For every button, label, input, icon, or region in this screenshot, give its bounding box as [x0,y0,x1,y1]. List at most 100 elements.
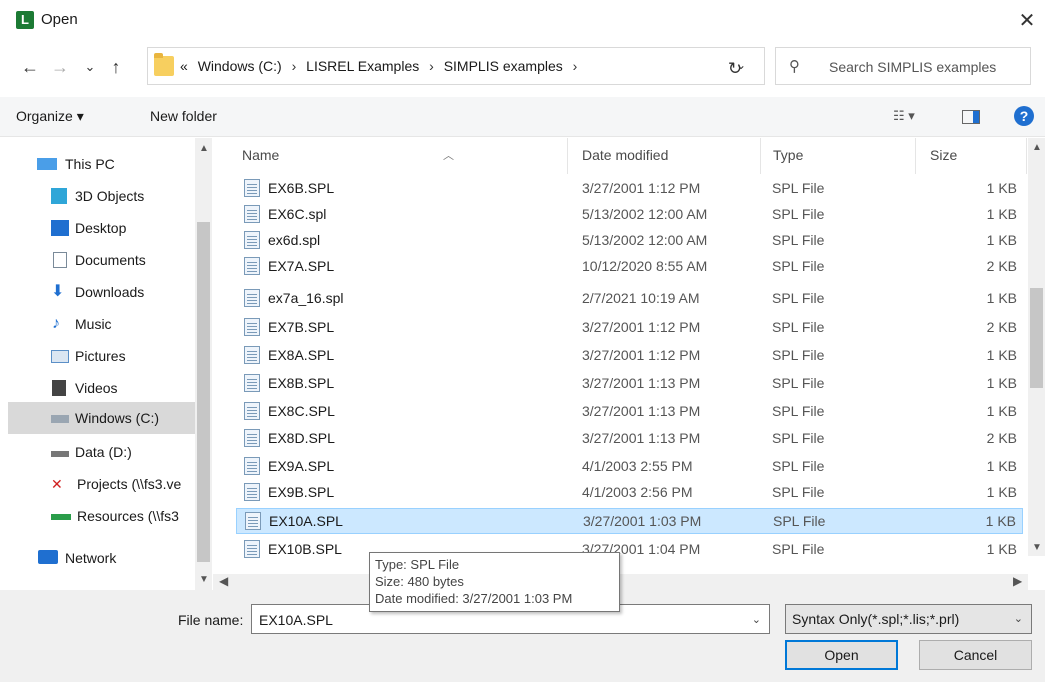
file-row[interactable]: EX8B.SPL 3/27/2001 1:13 PM SPL File 1 KB [236,371,1023,395]
column-divider[interactable] [760,138,761,174]
search-box[interactable]: ⚲ Search SIMPLIS examples [775,47,1031,85]
new-folder-button[interactable]: New folder [150,108,217,124]
change-view-button[interactable]: ☷ ▾ [893,108,915,124]
file-name: EX7A.SPL [268,258,335,274]
file-date: 3/27/2001 1:13 PM [582,403,701,419]
sidebar-item-documents[interactable]: Documents [0,244,195,276]
back-button[interactable]: ← [18,55,42,79]
open-button[interactable]: Open [785,640,898,670]
file-type-filter[interactable]: Syntax Only(*.spl;*.lis;*.prl) ⌄ [785,604,1032,634]
file-list: ︿ Name Date modified Type Size EX6B.SPL … [213,138,1045,590]
sidebar-item-this-pc[interactable]: This PC [0,148,195,180]
sidebar-item-3d-objects[interactable]: 3D Objects [0,180,195,212]
drive-d-icon [51,451,69,457]
nav-pane-scroll-thumb[interactable] [197,222,210,562]
file-row[interactable]: EX10B.SPL 3/27/2001 1:04 PM SPL File 1 K… [236,537,1023,561]
cancel-button[interactable]: Cancel [919,640,1032,670]
file-size: 1 KB [986,541,1017,557]
sidebar-item-windows-c[interactable]: Windows (C:) [8,402,195,434]
sidebar-item-label: Downloads [75,284,145,300]
sidebar-item-projects[interactable]: ✕ Projects (\\fs3.ve [0,468,195,500]
scroll-right-icon[interactable]: ▶ [1013,574,1022,588]
vertical-scroll-thumb[interactable] [1030,288,1043,388]
column-divider[interactable] [567,138,568,174]
file-row[interactable]: ex7a_16.spl 2/7/2021 10:19 AM SPL File 1… [236,286,1023,310]
breadcrumb-overflow[interactable]: « [180,58,188,74]
preview-pane-icon[interactable] [962,110,980,124]
file-date: 5/13/2002 12:00 AM [582,232,708,248]
scroll-up-icon[interactable]: ▲ [1032,142,1042,153]
file-size: 1 KB [986,375,1017,391]
scroll-left-icon[interactable]: ◀ [219,574,228,588]
close-button[interactable]: ✕ [1012,7,1042,35]
sidebar-item-pictures[interactable]: Pictures [0,340,195,372]
file-row[interactable]: EX9B.SPL 4/1/2003 2:56 PM SPL File 1 KB [236,480,1023,504]
forward-button[interactable]: → [48,55,72,79]
sidebar-item-resources[interactable]: Resources (\\fs3 [0,500,195,532]
sidebar-item-network[interactable]: Network [0,542,195,574]
sidebar-item-videos[interactable]: Videos [0,372,195,404]
breadcrumb-item-drive[interactable]: Windows (C:) [198,58,282,74]
file-row[interactable]: EX9A.SPL 4/1/2003 2:55 PM SPL File 1 KB [236,454,1023,478]
help-icon[interactable]: ? [1014,106,1034,126]
refresh-button[interactable]: ↻ [723,57,747,81]
spl-file-icon [244,318,260,336]
file-row-selected[interactable]: EX10A.SPL 3/27/2001 1:03 PM SPL File 1 K… [236,508,1023,534]
file-row[interactable]: EX8D.SPL 3/27/2001 1:13 PM SPL File 2 KB [236,426,1023,450]
scroll-up-icon[interactable]: ▲ [199,143,209,154]
sidebar-item-label: Pictures [75,348,126,364]
file-row[interactable]: EX7A.SPL 10/12/2020 8:55 AM SPL File 2 K… [236,254,1023,278]
search-input[interactable]: Search SIMPLIS examples [829,59,996,75]
network-icon [38,550,58,564]
file-size: 1 KB [986,232,1017,248]
chevron-right-icon[interactable]: › [292,58,297,74]
breadcrumb-item-lisrel[interactable]: LISREL Examples [306,58,419,74]
column-divider[interactable] [915,138,916,174]
file-row[interactable]: EX7B.SPL 3/27/2001 1:12 PM SPL File 2 KB [236,315,1023,339]
spl-file-icon [244,374,260,392]
file-size: 1 KB [986,206,1017,222]
spl-file-icon [244,257,260,275]
command-bar: Organize ▾ New folder ☷ ▾ ? [0,97,1045,137]
file-name: EX6C.spl [268,206,327,222]
file-row[interactable]: EX8A.SPL 3/27/2001 1:12 PM SPL File 1 KB [236,343,1023,367]
file-type: SPL File [772,290,825,306]
file-size: 1 KB [985,513,1016,529]
chevron-down-icon[interactable]: ⌄ [752,613,761,626]
navigation-pane: This PC 3D Objects Desktop Documents ⬇ D… [0,138,212,590]
file-row[interactable]: ex6d.spl 5/13/2002 12:00 AM SPL File 1 K… [236,228,1023,252]
file-date: 3/27/2001 1:12 PM [582,347,701,363]
sidebar-item-downloads[interactable]: ⬇ Downloads [0,276,195,308]
chevron-right-icon[interactable]: › [573,58,578,74]
sidebar-item-desktop[interactable]: Desktop [0,212,195,244]
sidebar-item-data-d[interactable]: Data (D:) [0,436,195,468]
file-date: 3/27/2001 1:12 PM [582,319,701,335]
organize-button[interactable]: Organize ▾ [16,108,84,125]
file-type-filter-value[interactable]: Syntax Only(*.spl;*.lis;*.prl) [792,611,959,627]
scroll-down-icon[interactable]: ▼ [199,574,209,585]
address-bar[interactable]: « Windows (C:) › LISREL Examples › SIMPL… [147,47,765,85]
file-list-vertical-scrollbar[interactable] [1028,138,1045,556]
chevron-right-icon[interactable]: › [429,58,434,74]
up-button[interactable]: ↑ [104,55,128,79]
file-row[interactable]: EX6C.spl 5/13/2002 12:00 AM SPL File 1 K… [236,202,1023,226]
file-name-value[interactable]: EX10A.SPL [259,612,333,628]
sidebar-item-label: Music [75,316,112,332]
sidebar-item-music[interactable]: ♪ Music [0,308,195,340]
column-header-name[interactable]: Name [242,147,279,163]
sidebar-item-label: Projects (\\fs3.ve [77,476,182,492]
column-divider[interactable] [1026,138,1027,174]
column-header-date[interactable]: Date modified [582,147,668,163]
breadcrumb-item-simplis[interactable]: SIMPLIS examples [444,58,563,74]
chevron-down-icon[interactable]: ⌄ [1014,612,1023,625]
file-list-horizontal-scrollbar[interactable]: ◀ ▶ [213,574,1028,591]
column-header-type[interactable]: Type [773,147,803,163]
column-header-size[interactable]: Size [930,147,957,163]
file-name: EX8A.SPL [268,347,335,363]
recent-locations-button[interactable]: ⌄ [78,55,102,79]
scroll-down-icon[interactable]: ▼ [1032,542,1042,553]
nav-pane-scrollbar[interactable] [195,138,212,590]
file-name: EX10B.SPL [268,541,342,557]
file-row[interactable]: EX8C.SPL 3/27/2001 1:13 PM SPL File 1 KB [236,399,1023,423]
file-row[interactable]: EX6B.SPL 3/27/2001 1:12 PM SPL File 1 KB [236,176,1023,200]
